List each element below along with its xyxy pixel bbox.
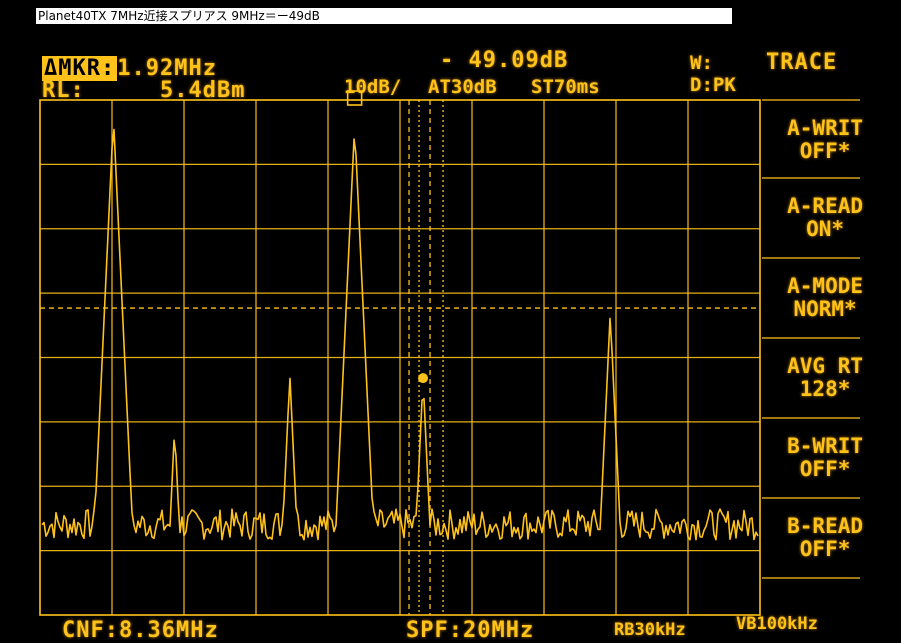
softkey-label: AVG RT [787,354,863,378]
reference-level-value: 5.4dBm [160,78,246,103]
sweep-time-readout: ST70ms [531,76,600,98]
center-frequency-readout: CNF:8.36MHz [62,618,219,643]
softkey-a-mode[interactable]: A-MODE NORM* [787,275,863,321]
active-marker-dot [418,373,429,384]
rbw-readout: RB30kHz [614,620,686,640]
softkey-b-write[interactable]: B-WRIT OFF* [787,435,863,481]
reference-level-label: RL: [42,78,85,103]
span-readout: SPF:20MHz [406,618,535,643]
attenuation-readout: AT30dB [428,76,497,98]
softkey-state: OFF* [799,457,851,481]
w-label: W: [690,52,713,74]
softkey-state: ON* [806,217,845,241]
detector-readout: D:PK [690,74,736,96]
softkey-a-read[interactable]: A-READ ON* [787,195,863,241]
softkey-state: OFF* [799,537,851,561]
vbw-readout: VB100kHz [736,614,818,634]
softkey-state: OFF* [799,139,851,163]
scale-readout: 10dB/ [344,76,402,98]
softkey-label: A-MODE [787,274,863,298]
softkey-state: 128* [799,377,851,401]
softkey-b-read[interactable]: B-READ OFF* [787,515,863,561]
graticule [39,99,860,616]
menu-title: TRACE [766,50,838,75]
softkey-state: NORM* [793,297,857,321]
softkey-label: B-READ [787,514,863,538]
spectrum-analyzer-screen: ΔMKR:1.92MHz - 49.09dB RL: 5.4dBm 10dB/ … [0,0,901,643]
softkey-avg-rate[interactable]: AVG RT 128* [787,355,863,401]
photo-caption: Planet40TX 7MHz近接スプリアス 9MHz＝ー49dB [36,8,732,24]
marker-level: - 49.09dB [440,48,569,73]
softkey-label: B-WRIT [787,434,863,458]
softkey-label: A-READ [787,194,863,218]
softkey-a-write[interactable]: A-WRIT OFF* [787,117,863,163]
softkey-label: A-WRIT [787,116,863,140]
